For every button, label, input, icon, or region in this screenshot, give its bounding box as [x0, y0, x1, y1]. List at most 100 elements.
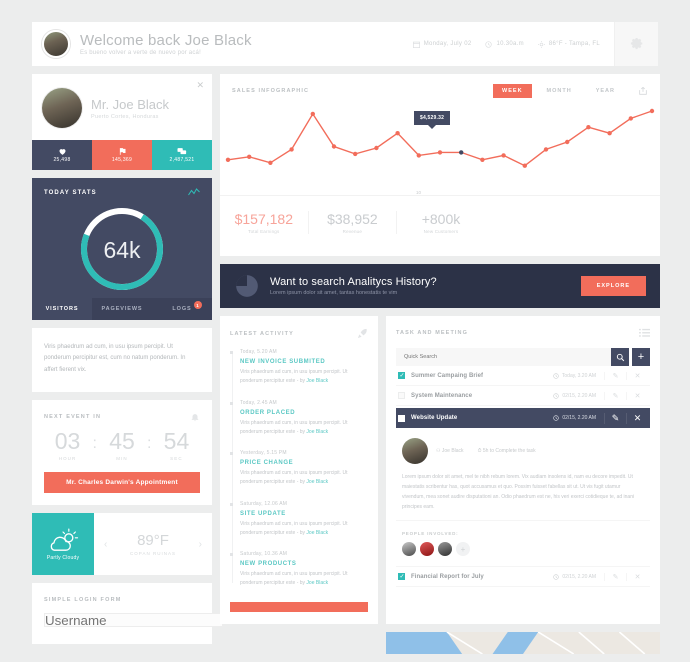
today-stats-card: TODAY STATS 64k VISITORS PAGEVIEWS LOGS … [32, 178, 212, 320]
list-item[interactable]: Saturday, 12.06 AM SITE UPDATE Viris phaed… [230, 501, 368, 539]
edit-task-button[interactable]: ✎ [604, 412, 626, 424]
weather-prev-button[interactable]: ‹ [104, 539, 107, 550]
task-checkbox[interactable] [398, 392, 405, 399]
profile-text: Mr. Joe Black Puerto Cortes, Honduras [91, 97, 169, 120]
add-task-button[interactable]: + [632, 348, 650, 366]
list-icon[interactable] [639, 328, 650, 338]
weather-condition-label: Partly Cloudy [46, 554, 80, 561]
list-item[interactable]: Saturday, 10.36 AM NEW PRODUCTS Viris phae… [230, 551, 368, 589]
range-month[interactable]: MONTH [538, 84, 581, 98]
header-time-text: 10.30a.m [496, 41, 524, 47]
chart-point[interactable] [225, 157, 231, 162]
list-item[interactable]: Today, 5.20 AM NEW INVOICE SUBMITED Viris … [230, 349, 368, 387]
delete-task-button[interactable]: ✕ [626, 572, 648, 581]
header-meta: Monday, July 02 10.30a.m 86°F - Tampa, F… [412, 40, 614, 48]
gear-icon [630, 38, 642, 50]
stat-comments[interactable]: 2,487,521 [152, 140, 212, 170]
avatar[interactable] [438, 542, 452, 556]
tab-logs[interactable]: LOGS 1 [152, 298, 212, 320]
list-item[interactable]: Yesterday, 5.15 PM PRICE CHANGE Viris phae… [230, 450, 368, 488]
range-year[interactable]: YEAR [587, 84, 624, 98]
appointment-button[interactable]: Mr. Charles Darwin's Appointment [44, 472, 200, 494]
rocket-icon[interactable] [357, 328, 368, 339]
add-person-button[interactable]: + [456, 542, 470, 556]
sun-icon [537, 40, 545, 48]
left-column: ✕ Mr. Joe Black Puerto Cortes, Honduras [32, 74, 223, 654]
activity-name[interactable]: ORDER PLACED [240, 410, 368, 416]
chart-point[interactable] [586, 125, 591, 130]
activity-header: LATEST ACTIVITY [230, 328, 368, 339]
chart-point[interactable] [437, 150, 443, 155]
settings-button[interactable] [614, 22, 658, 66]
weather-detail: ‹ 89°F COPAN RUINAS › [94, 513, 212, 575]
chart-point[interactable] [649, 108, 655, 114]
chart-point[interactable] [565, 139, 570, 145]
profile-location: Puerto Cortes, Honduras [91, 113, 159, 120]
activity-body: Viris phaedrum ad cum, in usu ipsum perc… [240, 369, 348, 385]
edit-task-button[interactable]: ✎ [604, 371, 626, 380]
task-checkbox[interactable] [398, 414, 405, 422]
figure-new-customers: +800k New Customers [397, 211, 485, 234]
chart-point[interactable] [480, 157, 485, 162]
map-widget[interactable] [386, 631, 660, 654]
edit-task-button[interactable]: ✎ [604, 391, 626, 400]
chart-point[interactable] [395, 131, 400, 136]
activity-more-button[interactable] [230, 601, 368, 612]
activity-author: Joe Black [306, 529, 329, 536]
list-item[interactable]: Today, 2.45 AM ORDER PLACED Viris phaedrum… [230, 400, 368, 438]
search-button[interactable] [611, 348, 629, 366]
task-row[interactable]: Financial Report for July 02/15, 2.20 AM ✎… [396, 567, 650, 587]
task-checkbox[interactable] [398, 573, 405, 580]
delete-task-button[interactable]: ✕ [626, 371, 648, 380]
explore-button[interactable]: EXPLORE [580, 276, 646, 296]
chart-point[interactable] [331, 144, 337, 149]
chart-point[interactable] [628, 116, 633, 121]
chart-tooltip: $4,529.32 [414, 111, 451, 125]
activity-name[interactable]: PRICE CHANGE [240, 460, 368, 466]
chart-point[interactable] [374, 145, 379, 151]
partly-cloudy-icon [50, 528, 79, 551]
weather-next-button[interactable]: › [199, 539, 202, 550]
login-form-card: SIMPLE LOGIN FORM [32, 583, 223, 644]
chart-point[interactable] [543, 147, 549, 152]
edit-task-button[interactable]: ✎ [604, 572, 626, 581]
avatar[interactable] [420, 542, 434, 556]
tab-logs-label: LOGS [172, 306, 192, 312]
delete-task-button[interactable]: ✕ [626, 412, 648, 424]
chart-point[interactable] [501, 153, 506, 158]
share-icon[interactable] [638, 86, 648, 96]
chart-point[interactable] [289, 147, 294, 152]
search-input[interactable] [396, 348, 611, 366]
chart-point[interactable] [310, 111, 315, 117]
activity-name[interactable]: NEW PRODUCTS [240, 561, 368, 567]
close-icon[interactable]: ✕ [196, 80, 204, 91]
countdown-seconds-label: SEC [170, 456, 183, 462]
chart-point[interactable] [607, 131, 612, 136]
weather-city: COPAN RUINAS [130, 551, 176, 557]
task-row[interactable]: Summer Campaing Brief Today, 3.20 AM ✎✕ [396, 366, 650, 386]
chart-point[interactable] [522, 163, 527, 168]
chart-point[interactable] [416, 153, 421, 158]
avatar[interactable] [402, 542, 416, 556]
trend-line-icon[interactable] [188, 188, 200, 197]
stat-likes[interactable]: 25,498 [32, 140, 92, 170]
task-date: 02/15, 2.20 AM [553, 393, 596, 399]
chart-point[interactable] [268, 160, 273, 165]
task-row[interactable]: Website Update 02/15, 2.20 AM ✎ ✕ [396, 408, 650, 428]
stat-flags[interactable]: 145,369 [92, 140, 152, 170]
task-checkbox[interactable] [398, 372, 405, 379]
chart-point[interactable] [459, 150, 464, 155]
delete-task-button[interactable]: ✕ [626, 391, 648, 400]
chart-point[interactable] [247, 154, 252, 159]
activity-name[interactable]: SITE UPDATE [240, 511, 368, 517]
chart-point[interactable] [353, 151, 358, 157]
username-field[interactable] [44, 613, 223, 628]
profile-row: Mr. Joe Black Puerto Cortes, Honduras [42, 88, 202, 128]
dashboard-page: Welcome back Joe Black Es bueno volver a… [0, 0, 690, 662]
task-row[interactable]: System Maintenance 02/15, 2.20 AM ✎ ✕ [396, 386, 650, 406]
bottom-row: LATEST ACTIVITY Today, 5.20 AM NEW INVOIC… [220, 316, 660, 624]
tab-pageviews[interactable]: PAGEVIEWS [92, 298, 152, 320]
activity-name[interactable]: NEW INVOICE SUBMITED [240, 359, 368, 365]
tab-visitors[interactable]: VISITORS [32, 298, 92, 320]
range-week[interactable]: WEEK [493, 84, 532, 98]
